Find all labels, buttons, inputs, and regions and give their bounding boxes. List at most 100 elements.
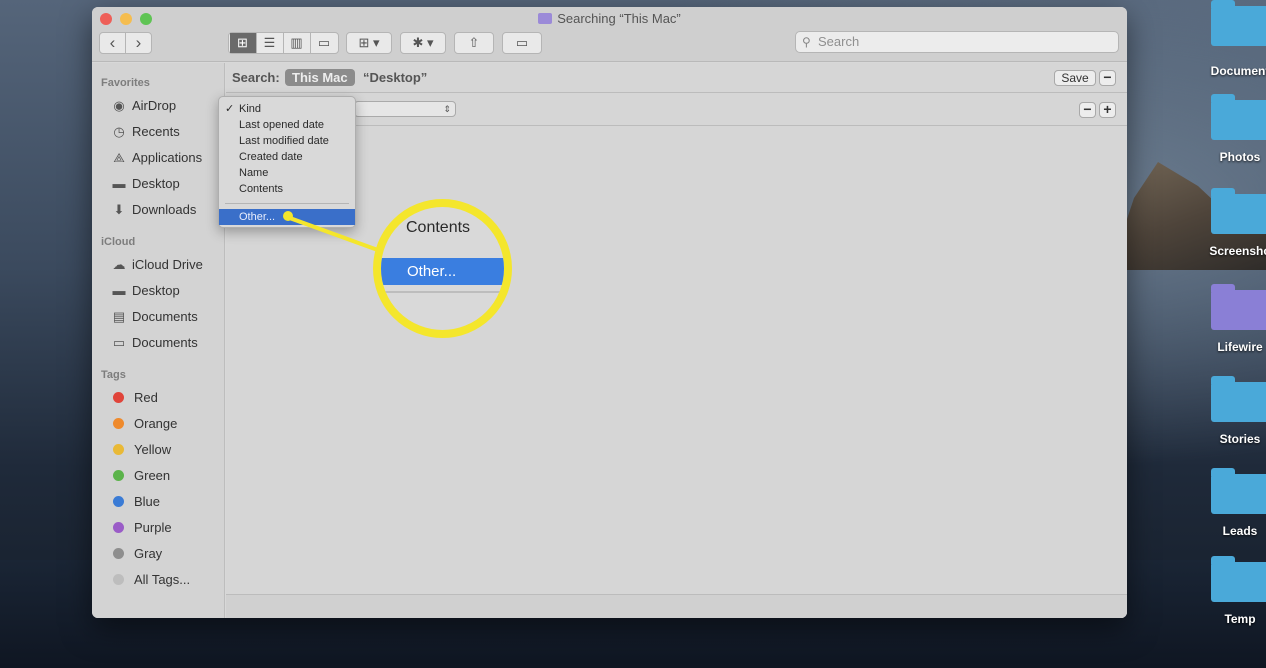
- desktop-folder-label: Screensho: [1209, 244, 1266, 258]
- sidebar-item-label: AirDrop: [132, 98, 177, 113]
- desktop-folder-temp[interactable]: Temp: [1200, 556, 1266, 626]
- sidebar-tag-orange[interactable]: Orange: [110, 413, 177, 435]
- action-button[interactable]: ✱ ▾: [400, 32, 446, 54]
- desktop-folder-stories[interactable]: Stories: [1200, 376, 1266, 446]
- forward-button[interactable]: ›: [126, 33, 151, 53]
- sidebar-header-tags: Tags: [101, 369, 126, 381]
- sidebar: Favorites ◉ AirDrop ◷ Recents ⟁ Application…: [92, 63, 225, 618]
- desktop-icon: ▬: [112, 176, 126, 191]
- sidebar-item-airdrop[interactable]: ◉ AirDrop: [110, 95, 176, 117]
- scope-desktop-button[interactable]: “Desktop”: [363, 70, 427, 85]
- icon-view-button[interactable]: ⊞: [229, 33, 257, 53]
- add-criteria-button[interactable]: +: [1099, 102, 1116, 118]
- menu-item-label: Contents: [239, 183, 284, 195]
- sidebar-item-label: Green: [134, 468, 171, 483]
- sidebar-tag-red[interactable]: Red: [110, 387, 158, 409]
- share-button[interactable]: ⇧: [454, 32, 494, 54]
- menu-item-label: Created date: [239, 151, 303, 163]
- sidebar-item-icloud-desktop[interactable]: ▬ Desktop: [110, 280, 180, 302]
- save-search-button[interactable]: Save: [1054, 70, 1096, 86]
- nav-buttons: ‹ ›: [99, 32, 152, 54]
- back-button[interactable]: ‹: [100, 33, 126, 53]
- sidebar-tag-purple[interactable]: Purple: [110, 517, 172, 539]
- smart-folder-icon: [538, 13, 553, 24]
- sidebar-item-documents[interactable]: ▤ Documents: [110, 306, 198, 328]
- menu-item-label: Other...: [239, 211, 276, 223]
- titlebar: Searching “This Mac” ‹ › ⊞ ☰ ▥ ▭ ⊞ ▾ ✱ ▾ ⇧ ▭…: [92, 7, 1127, 62]
- menu-item-label: Name: [239, 167, 269, 179]
- menu-item-created-date[interactable]: Created date: [219, 149, 355, 165]
- tag-color-dot: [113, 392, 124, 403]
- folder-icon: [1211, 94, 1266, 140]
- remove-criteria-button[interactable]: −: [1079, 102, 1096, 118]
- sidebar-all-tags[interactable]: All Tags...: [110, 569, 190, 591]
- sidebar-item-label: Desktop: [132, 283, 180, 298]
- desktop-folder-leads[interactable]: Leads: [1200, 468, 1266, 538]
- menu-item-kind[interactable]: ✓ Kind: [219, 101, 355, 117]
- column-view-button[interactable]: ▥: [284, 33, 311, 53]
- desktop-icon: ▬: [112, 283, 126, 298]
- status-bar: [226, 594, 1127, 618]
- sidebar-tag-gray[interactable]: Gray: [110, 543, 162, 565]
- sidebar-item-label: Orange: [134, 416, 178, 431]
- sidebar-item-downloads[interactable]: ⬇ Downloads: [110, 199, 197, 221]
- desktop-folder-label: Stories: [1219, 432, 1261, 446]
- sidebar-item-recents[interactable]: ◷ Recents: [110, 121, 179, 143]
- desktop-folder-lifewire[interactable]: Lifewire: [1200, 284, 1266, 354]
- sidebar-item-label: Desktop: [132, 176, 180, 191]
- sidebar-item-desktop[interactable]: ▬ Desktop: [110, 173, 180, 195]
- attribute-dropdown-menu: ✓ Kind Last opened date Last modified dat…: [218, 96, 356, 228]
- sidebar-tag-blue[interactable]: Blue: [110, 491, 160, 513]
- sidebar-item-documents-folder[interactable]: ▭ Documents: [110, 332, 198, 354]
- menu-item-label: Last opened date: [239, 119, 325, 131]
- scope-label: Search:: [232, 70, 280, 85]
- window-title-text: Searching “This Mac”: [557, 11, 681, 26]
- search-criteria-row: ⇕ − +: [226, 94, 1127, 126]
- tag-icon: ▭: [515, 35, 529, 50]
- folder-icon: ▭: [112, 335, 126, 350]
- sidebar-item-applications[interactable]: ⟁ Applications: [110, 147, 202, 169]
- menu-item-label: Kind: [239, 103, 262, 115]
- menu-item-last-modified-date[interactable]: Last modified date: [219, 133, 355, 149]
- scope-this-mac-button[interactable]: This Mac: [285, 69, 355, 86]
- sidebar-item-label: Yellow: [134, 442, 172, 457]
- search-placeholder: Search: [818, 34, 860, 49]
- search-results-area: Search: This Mac “Desktop” Save − ⇕ − +: [226, 63, 1127, 618]
- desktop-folder-label: Temp: [1224, 612, 1256, 626]
- desktop-folder-screenshots[interactable]: Screensho: [1200, 188, 1266, 258]
- sidebar-item-label: Blue: [134, 494, 161, 509]
- callout-pointer-dot: [283, 211, 293, 221]
- window-title: Searching “This Mac”: [92, 11, 1127, 26]
- desktop-folder-label: Lifewire: [1217, 340, 1263, 354]
- clock-icon: ◷: [113, 124, 125, 139]
- tags-button[interactable]: ▭: [502, 32, 542, 54]
- view-mode-control: ⊞ ☰ ▥ ▭: [228, 32, 339, 54]
- tag-color-dot: [113, 418, 124, 429]
- criteria-value-popup[interactable]: ⇕: [354, 101, 456, 117]
- desktop-folder-photos[interactable]: Photos: [1200, 94, 1266, 164]
- callout-other-item: Other...: [381, 258, 504, 285]
- group-by-button[interactable]: ⊞ ▾: [346, 32, 392, 54]
- sidebar-item-label: Downloads: [132, 202, 197, 217]
- desktop-folder-label: Leads: [1222, 524, 1258, 538]
- folder-icon: [1211, 376, 1266, 422]
- sidebar-item-icloud-drive[interactable]: ☁ iCloud Drive: [110, 254, 203, 276]
- list-view-button[interactable]: ☰: [257, 33, 284, 53]
- sidebar-item-label: Purple: [134, 520, 172, 535]
- menu-item-last-opened-date[interactable]: Last opened date: [219, 117, 355, 133]
- tag-color-dot: [113, 548, 124, 559]
- search-scope-bar: Search: This Mac “Desktop” Save −: [226, 63, 1127, 93]
- sidebar-item-label: Applications: [132, 150, 203, 165]
- menu-separator: [225, 203, 349, 204]
- menu-item-contents[interactable]: Contents: [219, 181, 355, 197]
- desktop-folder-document[interactable]: Document: [1200, 0, 1266, 78]
- search-input[interactable]: ⚲ Search: [795, 31, 1119, 53]
- sidebar-item-label: Documents: [132, 335, 198, 350]
- search-icon: ⚲: [802, 35, 811, 49]
- sidebar-tag-yellow[interactable]: Yellow: [110, 439, 171, 461]
- menu-item-name[interactable]: Name: [219, 165, 355, 181]
- cloud-icon: ☁: [112, 257, 126, 272]
- sidebar-tag-green[interactable]: Green: [110, 465, 170, 487]
- gallery-view-button[interactable]: ▭: [311, 33, 338, 53]
- remove-scope-button[interactable]: −: [1099, 70, 1116, 86]
